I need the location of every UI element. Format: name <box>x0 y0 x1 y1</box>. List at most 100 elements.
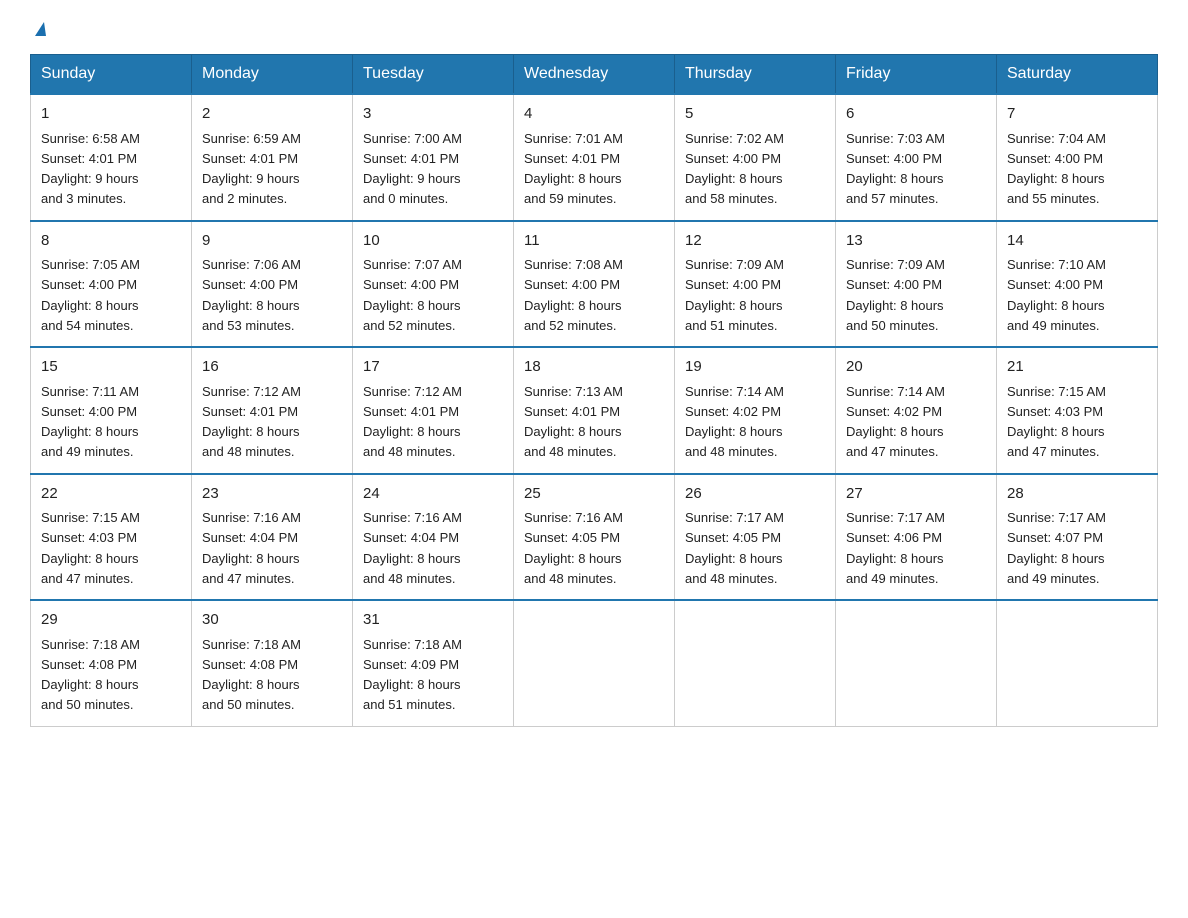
day-number: 27 <box>846 483 986 506</box>
day-info: Sunrise: 7:09 AMSunset: 4:00 PMDaylight:… <box>685 257 784 333</box>
table-row: 5 Sunrise: 7:02 AMSunset: 4:00 PMDaylight… <box>675 94 836 221</box>
day-info: Sunrise: 7:04 AMSunset: 4:00 PMDaylight:… <box>1007 131 1106 207</box>
day-number: 19 <box>685 356 825 379</box>
day-number: 16 <box>202 356 342 379</box>
col-sunday: Sunday <box>31 55 192 95</box>
day-info: Sunrise: 7:16 AMSunset: 4:04 PMDaylight:… <box>363 510 462 586</box>
table-row: 29 Sunrise: 7:18 AMSunset: 4:08 PMDayligh… <box>31 600 192 726</box>
day-info: Sunrise: 7:17 AMSunset: 4:06 PMDaylight:… <box>846 510 945 586</box>
table-row <box>675 600 836 726</box>
table-row: 11 Sunrise: 7:08 AMSunset: 4:00 PMDayligh… <box>514 221 675 348</box>
day-number: 26 <box>685 483 825 506</box>
table-row: 1 Sunrise: 6:58 AMSunset: 4:01 PMDaylight… <box>31 94 192 221</box>
calendar-header-row: Sunday Monday Tuesday Wednesday Thursday… <box>31 55 1158 95</box>
col-wednesday: Wednesday <box>514 55 675 95</box>
table-row: 25Sunrise: 7:16 AMSunset: 4:05 PMDayligh… <box>514 474 675 601</box>
day-number: 5 <box>685 103 825 126</box>
day-number: 22 <box>41 483 181 506</box>
day-number: 8 <box>41 230 181 253</box>
day-info: Sunrise: 7:18 AMSunset: 4:09 PMDaylight:… <box>363 637 462 713</box>
table-row: 22 Sunrise: 7:15 AMSunset: 4:03 PMDayligh… <box>31 474 192 601</box>
table-row: 12 Sunrise: 7:09 AMSunset: 4:00 PMDayligh… <box>675 221 836 348</box>
day-info: Sunrise: 7:09 AMSunset: 4:00 PMDaylight:… <box>846 257 945 333</box>
table-row <box>836 600 997 726</box>
col-friday: Friday <box>836 55 997 95</box>
table-row: 6Sunrise: 7:03 AMSunset: 4:00 PMDaylight… <box>836 94 997 221</box>
day-number: 20 <box>846 356 986 379</box>
table-row <box>997 600 1158 726</box>
table-row: 14 Sunrise: 7:10 AMSunset: 4:00 PMDayligh… <box>997 221 1158 348</box>
day-number: 17 <box>363 356 503 379</box>
day-number: 10 <box>363 230 503 253</box>
table-row: 7 Sunrise: 7:04 AMSunset: 4:00 PMDaylight… <box>997 94 1158 221</box>
day-info: Sunrise: 7:17 AMSunset: 4:07 PMDaylight:… <box>1007 510 1106 586</box>
day-number: 21 <box>1007 356 1147 379</box>
day-number: 6 <box>846 103 986 126</box>
table-row: 13 Sunrise: 7:09 AMSunset: 4:00 PMDayligh… <box>836 221 997 348</box>
table-row: 16 Sunrise: 7:12 AMSunset: 4:01 PMDayligh… <box>192 347 353 474</box>
logo <box>30 20 46 36</box>
day-info: Sunrise: 7:11 AMSunset: 4:00 PMDaylight:… <box>41 384 139 460</box>
table-row: 27 Sunrise: 7:17 AMSunset: 4:06 PMDayligh… <box>836 474 997 601</box>
table-row: 26 Sunrise: 7:17 AMSunset: 4:05 PMDayligh… <box>675 474 836 601</box>
table-row: 18Sunrise: 7:13 AMSunset: 4:01 PMDayligh… <box>514 347 675 474</box>
calendar-week-row: 29 Sunrise: 7:18 AMSunset: 4:08 PMDayligh… <box>31 600 1158 726</box>
day-number: 31 <box>363 609 503 632</box>
table-row: 23Sunrise: 7:16 AMSunset: 4:04 PMDayligh… <box>192 474 353 601</box>
day-number: 9 <box>202 230 342 253</box>
day-number: 15 <box>41 356 181 379</box>
calendar-week-row: 15 Sunrise: 7:11 AMSunset: 4:00 PMDayligh… <box>31 347 1158 474</box>
table-row: 31 Sunrise: 7:18 AMSunset: 4:09 PMDayligh… <box>353 600 514 726</box>
table-row: 2Sunrise: 6:59 AMSunset: 4:01 PMDaylight… <box>192 94 353 221</box>
day-info: Sunrise: 7:02 AMSunset: 4:00 PMDaylight:… <box>685 131 784 207</box>
day-info: Sunrise: 7:14 AMSunset: 4:02 PMDaylight:… <box>846 384 945 460</box>
table-row: 4Sunrise: 7:01 AMSunset: 4:01 PMDaylight… <box>514 94 675 221</box>
calendar-week-row: 8Sunrise: 7:05 AMSunset: 4:00 PMDaylight… <box>31 221 1158 348</box>
day-info: Sunrise: 7:15 AMSunset: 4:03 PMDaylight:… <box>41 510 140 586</box>
day-info: Sunrise: 7:12 AMSunset: 4:01 PMDaylight:… <box>363 384 462 460</box>
day-info: Sunrise: 6:58 AMSunset: 4:01 PMDaylight:… <box>41 131 140 207</box>
col-thursday: Thursday <box>675 55 836 95</box>
day-number: 12 <box>685 230 825 253</box>
day-info: Sunrise: 7:13 AMSunset: 4:01 PMDaylight:… <box>524 384 623 460</box>
day-info: Sunrise: 7:00 AMSunset: 4:01 PMDaylight:… <box>363 131 462 207</box>
day-info: Sunrise: 7:12 AMSunset: 4:01 PMDaylight:… <box>202 384 301 460</box>
table-row: 28 Sunrise: 7:17 AMSunset: 4:07 PMDayligh… <box>997 474 1158 601</box>
day-info: Sunrise: 7:18 AMSunset: 4:08 PMDaylight:… <box>41 637 140 713</box>
table-row: 17 Sunrise: 7:12 AMSunset: 4:01 PMDayligh… <box>353 347 514 474</box>
day-number: 30 <box>202 609 342 632</box>
table-row: 8Sunrise: 7:05 AMSunset: 4:00 PMDaylight… <box>31 221 192 348</box>
day-number: 24 <box>363 483 503 506</box>
day-info: Sunrise: 7:10 AMSunset: 4:00 PMDaylight:… <box>1007 257 1106 333</box>
day-info: Sunrise: 7:08 AMSunset: 4:00 PMDaylight:… <box>524 257 623 333</box>
day-info: Sunrise: 7:14 AMSunset: 4:02 PMDaylight:… <box>685 384 784 460</box>
table-row: 10 Sunrise: 7:07 AMSunset: 4:00 PMDayligh… <box>353 221 514 348</box>
day-number: 3 <box>363 103 503 126</box>
day-number: 13 <box>846 230 986 253</box>
day-info: Sunrise: 7:15 AMSunset: 4:03 PMDaylight:… <box>1007 384 1106 460</box>
table-row: 21 Sunrise: 7:15 AMSunset: 4:03 PMDayligh… <box>997 347 1158 474</box>
day-number: 1 <box>41 103 181 126</box>
day-number: 29 <box>41 609 181 632</box>
day-info: Sunrise: 7:06 AMSunset: 4:00 PMDaylight:… <box>202 257 301 333</box>
day-info: Sunrise: 6:59 AMSunset: 4:01 PMDaylight:… <box>202 131 301 207</box>
table-row: 3 Sunrise: 7:00 AMSunset: 4:01 PMDaylight… <box>353 94 514 221</box>
day-number: 4 <box>524 103 664 126</box>
day-info: Sunrise: 7:16 AMSunset: 4:04 PMDaylight:… <box>202 510 301 586</box>
day-number: 7 <box>1007 103 1147 126</box>
calendar-week-row: 22 Sunrise: 7:15 AMSunset: 4:03 PMDayligh… <box>31 474 1158 601</box>
day-number: 14 <box>1007 230 1147 253</box>
table-row: 9 Sunrise: 7:06 AMSunset: 4:00 PMDaylight… <box>192 221 353 348</box>
page-header <box>30 20 1158 36</box>
table-row: 24 Sunrise: 7:16 AMSunset: 4:04 PMDayligh… <box>353 474 514 601</box>
table-row <box>514 600 675 726</box>
day-info: Sunrise: 7:18 AMSunset: 4:08 PMDaylight:… <box>202 637 301 713</box>
day-number: 11 <box>524 230 664 253</box>
day-info: Sunrise: 7:17 AMSunset: 4:05 PMDaylight:… <box>685 510 784 586</box>
table-row: 19 Sunrise: 7:14 AMSunset: 4:02 PMDayligh… <box>675 347 836 474</box>
day-info: Sunrise: 7:07 AMSunset: 4:00 PMDaylight:… <box>363 257 462 333</box>
day-number: 28 <box>1007 483 1147 506</box>
col-saturday: Saturday <box>997 55 1158 95</box>
col-monday: Monday <box>192 55 353 95</box>
table-row: 15 Sunrise: 7:11 AMSunset: 4:00 PMDayligh… <box>31 347 192 474</box>
